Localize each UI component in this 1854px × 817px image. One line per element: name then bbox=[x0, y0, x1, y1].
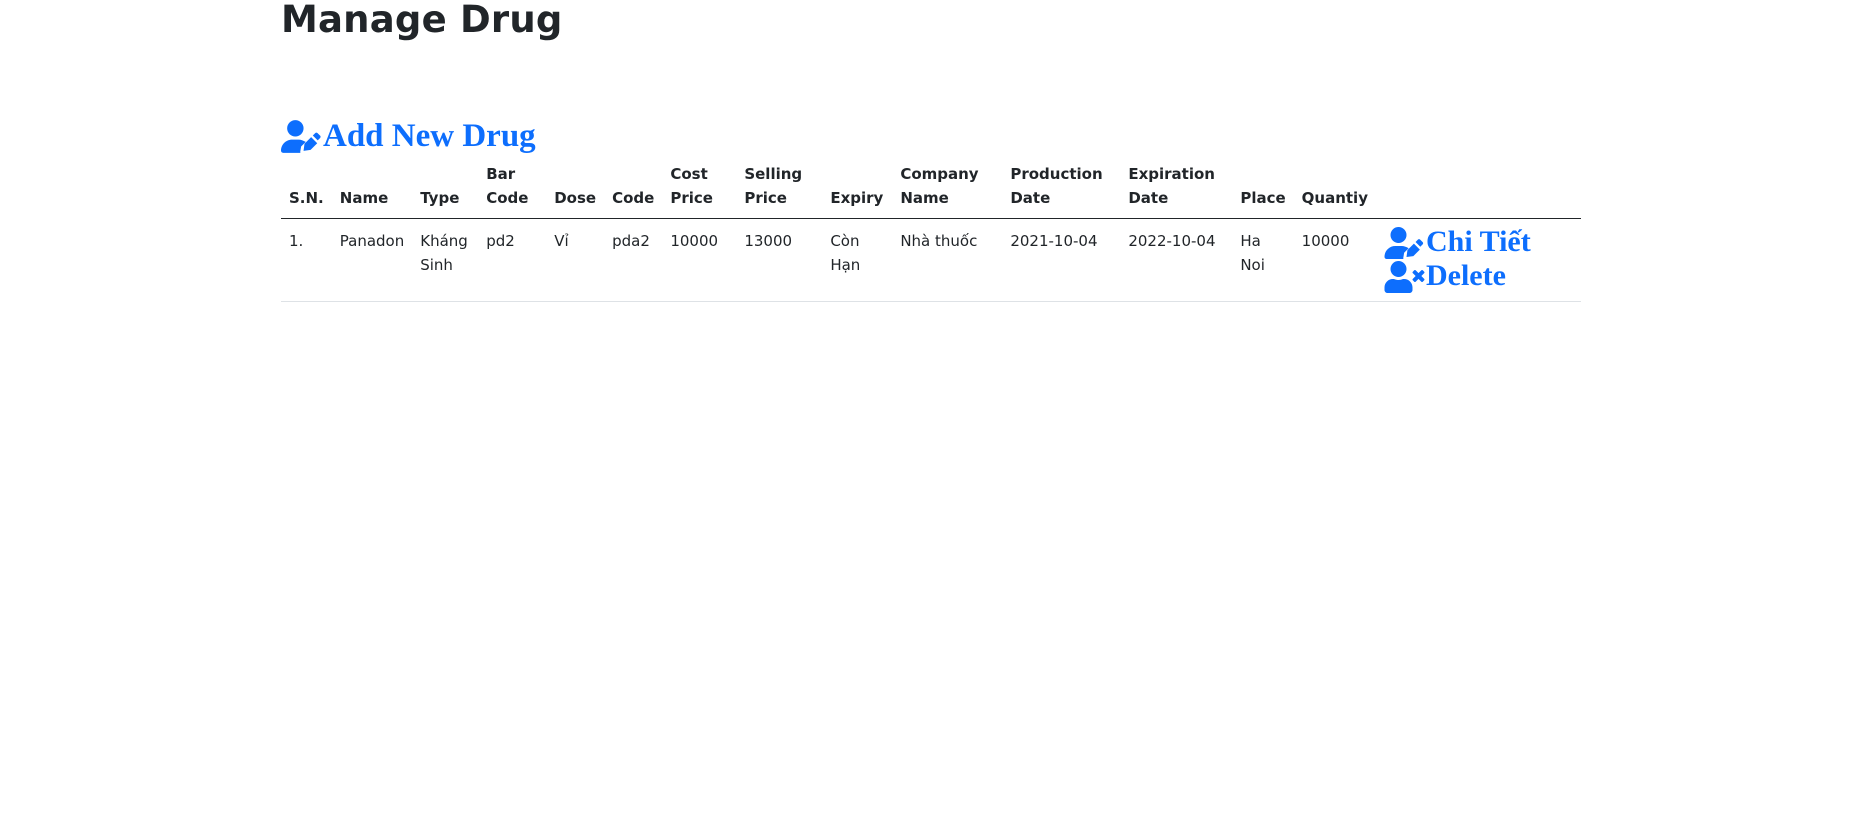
col-expiry: Expiry bbox=[822, 162, 893, 219]
cell-type: Kháng Sinh bbox=[412, 218, 479, 302]
cell-place: Ha Noi bbox=[1232, 218, 1294, 302]
col-actions bbox=[1375, 162, 1581, 219]
delete-link[interactable]: Delete bbox=[1384, 259, 1573, 293]
main-container: Manage Drug Add New Drug S.N. Name Type … bbox=[281, 0, 1581, 302]
add-new-drug-link[interactable]: Add New Drug bbox=[281, 118, 536, 154]
col-production-date: Production Date bbox=[1002, 162, 1121, 219]
cell-expiration-date: 2022-10-04 bbox=[1120, 218, 1233, 302]
col-place: Place bbox=[1232, 162, 1294, 219]
col-name: Name bbox=[331, 162, 413, 219]
cell-sn: 1. bbox=[281, 218, 332, 302]
col-dose: Dose bbox=[546, 162, 605, 219]
user-times-icon bbox=[1384, 261, 1426, 293]
table-header: S.N. Name Type Bar Code Dose Code Cost P… bbox=[281, 162, 1581, 219]
page-title: Manage Drug bbox=[281, 0, 563, 41]
cell-actions: Chi Tiết Delete bbox=[1375, 218, 1581, 302]
col-expiration-date: Expiration Date bbox=[1120, 162, 1233, 219]
detail-link[interactable]: Chi Tiết bbox=[1384, 225, 1573, 259]
col-type: Type bbox=[412, 162, 479, 219]
user-edit-icon bbox=[281, 119, 323, 154]
col-selling-price: Selling Price bbox=[736, 162, 823, 219]
cell-cost-price: 10000 bbox=[662, 218, 737, 302]
header-row: S.N. Name Type Bar Code Dose Code Cost P… bbox=[281, 162, 1581, 219]
cell-bar-code: pd2 bbox=[478, 218, 547, 302]
col-code: Code bbox=[604, 162, 663, 219]
col-quantity: Quantiy bbox=[1293, 162, 1376, 219]
table-row: 1. Panadon Kháng Sinh pd2 Vỉ pda2 10000 … bbox=[281, 218, 1581, 302]
col-sn: S.N. bbox=[281, 162, 332, 219]
add-new-drug-label: Add New Drug bbox=[323, 118, 536, 154]
delete-label: Delete bbox=[1425, 259, 1506, 292]
cell-dose: Vỉ bbox=[546, 218, 605, 302]
detail-label: Chi Tiết bbox=[1425, 225, 1531, 258]
cell-production-date: 2021-10-04 bbox=[1002, 218, 1121, 302]
col-company-name: Company Name bbox=[892, 162, 1003, 219]
cell-expiry: Còn Hạn bbox=[822, 218, 893, 302]
cell-company-name: Nhà thuốc bbox=[892, 218, 1003, 302]
col-cost-price: Cost Price bbox=[662, 162, 737, 219]
cell-quantity: 10000 bbox=[1293, 218, 1376, 302]
cell-name: Panadon bbox=[331, 218, 413, 302]
user-edit-icon bbox=[1384, 227, 1426, 259]
drug-table: S.N. Name Type Bar Code Dose Code Cost P… bbox=[281, 162, 1581, 302]
cell-selling-price: 13000 bbox=[736, 218, 823, 302]
col-bar-code: Bar Code bbox=[478, 162, 547, 219]
table-body: 1. Panadon Kháng Sinh pd2 Vỉ pda2 10000 … bbox=[281, 218, 1581, 302]
cell-code: pda2 bbox=[604, 218, 663, 302]
